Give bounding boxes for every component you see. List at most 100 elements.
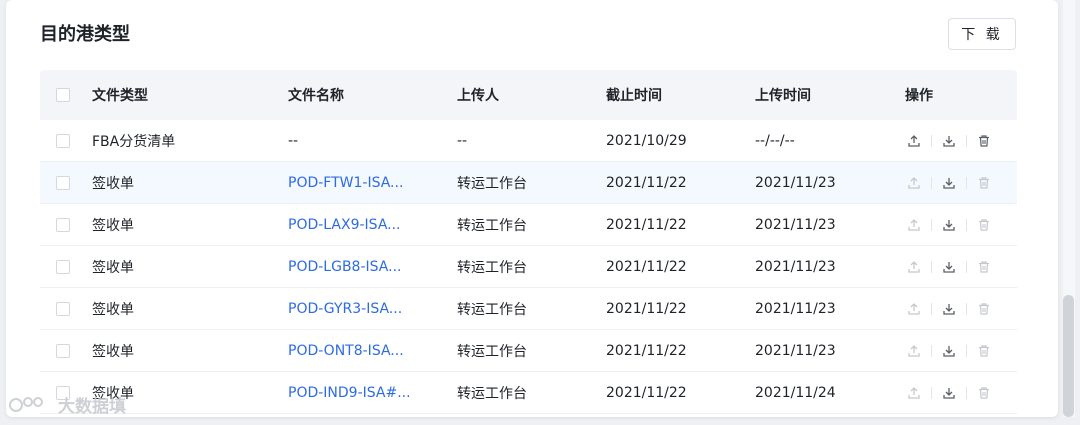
row-checkbox[interactable] [56,259,70,274]
row-checkbox[interactable] [56,343,70,358]
table-header-row: 文件类型 文件名称 上传人 截止时间 上传时间 操作 [40,70,1017,120]
download-button[interactable]: 下 载 [948,18,1016,50]
table-row: 签收单 POD-GYR3-ISA... 转运工作台 2021/11/22 2021/11… [40,288,1017,330]
header-file-type: 文件类型 [92,88,148,104]
upload-icon[interactable] [905,174,923,192]
table-row: 签收单 POD-FTW1-ISA... 转运工作台 2021/11/22 2021/11… [40,162,1017,204]
cell-uploader: 转运工作台 [457,301,527,318]
download-icon[interactable] [940,132,958,150]
row-actions [905,342,993,360]
delete-icon[interactable] [975,132,993,150]
delete-icon[interactable] [975,174,993,192]
cell-deadline: 2021/11/22 [606,216,687,233]
cell-file-type: 签收单 [92,175,134,192]
action-divider [966,386,967,399]
cell-upload-time: 2021/11/23 [755,216,836,233]
table-row: 签收单 POD-LAX9-ISA... 转运工作台 2021/11/22 2021/11… [40,204,1017,246]
download-icon[interactable] [940,300,958,318]
action-divider [931,134,932,147]
cell-upload-time: --/--/-- [755,132,795,149]
cell-file-type: 签收单 [92,259,134,276]
upload-icon[interactable] [905,384,923,402]
cell-deadline: 2021/10/29 [606,132,687,149]
cell-upload-time: 2021/11/24 [755,384,836,401]
row-actions [905,300,993,318]
cell-uploader: 转运工作台 [457,175,527,192]
upload-icon[interactable] [905,132,923,150]
delete-icon[interactable] [975,216,993,234]
action-divider [966,260,967,273]
row-actions [905,216,993,234]
file-panel: 目的港类型 下 载 文件类型 文件名称 上传人 截止时间 上传时间 操作 FBA… [6,0,1058,417]
cell-deadline: 2021/11/22 [606,300,687,317]
cell-deadline: 2021/11/22 [606,258,687,275]
row-actions [905,174,993,192]
cell-upload-time: 2021/11/23 [755,258,836,275]
row-checkbox[interactable] [56,301,70,316]
file-table: 文件类型 文件名称 上传人 截止时间 上传时间 操作 FBA分货清单 -- -- 20… [40,70,1017,414]
header-deadline: 截止时间 [606,88,662,104]
action-divider [966,302,967,315]
cell-deadline: 2021/11/22 [606,384,687,401]
cell-uploader: -- [457,132,468,149]
table-row: 签收单 POD-IND9-ISA#... 转运工作台 2021/11/22 2021/1… [40,372,1017,414]
select-all-checkbox[interactable] [56,88,70,102]
table-row: FBA分货清单 -- -- 2021/10/29 --/--/-- [40,120,1017,162]
header-file-name: 文件名称 [288,88,344,104]
cell-uploader: 转运工作台 [457,217,527,234]
delete-icon[interactable] [975,258,993,276]
watermark-text: 大数据填 [58,397,126,417]
scrollbar-thumb[interactable] [1063,295,1074,417]
row-actions [905,258,993,276]
download-icon[interactable] [940,174,958,192]
upload-icon[interactable] [905,342,923,360]
cell-file-name[interactable]: POD-ONT8-ISA... [288,330,404,371]
section-title: 目的港类型 [40,24,130,45]
action-divider [966,218,967,231]
delete-icon[interactable] [975,342,993,360]
watermark: 大数据填 [8,392,126,417]
cell-uploader: 转运工作台 [457,259,527,276]
action-divider [931,302,932,315]
row-checkbox[interactable] [56,175,70,190]
cell-file-name: -- [288,132,299,149]
delete-icon[interactable] [975,384,993,402]
action-divider [966,134,967,147]
cell-file-name[interactable]: POD-GYR3-ISA... [288,288,402,329]
action-divider [966,176,967,189]
cell-uploader: 转运工作台 [457,343,527,360]
row-checkbox[interactable] [56,133,70,148]
cell-file-type: FBA分货清单 [92,133,176,150]
cell-file-type: 签收单 [92,301,134,318]
header-uploader: 上传人 [457,88,499,104]
row-actions [905,384,993,402]
cell-file-name[interactable]: POD-FTW1-ISA... [288,162,403,203]
download-icon[interactable] [940,384,958,402]
action-divider [966,344,967,357]
table-row: 签收单 POD-ONT8-ISA... 转运工作台 2021/11/22 2021/11… [40,330,1017,372]
download-icon[interactable] [940,216,958,234]
cell-file-type: 签收单 [92,343,134,360]
action-divider [931,218,932,231]
upload-icon[interactable] [905,300,923,318]
watermark-logo-icon [9,396,43,412]
cell-uploader: 转运工作台 [457,385,527,402]
table-row: 签收单 POD-LGB8-ISA... 转运工作台 2021/11/22 2021/11… [40,246,1017,288]
row-actions [905,132,993,150]
header-actions: 操作 [905,88,933,104]
table-body: FBA分货清单 -- -- 2021/10/29 --/--/-- 签收单 POD-FTW1… [40,120,1017,414]
cell-deadline: 2021/11/22 [606,342,687,359]
cell-file-name[interactable]: POD-IND9-ISA#... [288,372,411,413]
row-checkbox[interactable] [56,217,70,232]
upload-icon[interactable] [905,216,923,234]
cell-file-type: 签收单 [92,217,134,234]
download-icon[interactable] [940,342,958,360]
delete-icon[interactable] [975,300,993,318]
upload-icon[interactable] [905,258,923,276]
action-divider [931,386,932,399]
cell-file-name[interactable]: POD-LAX9-ISA... [288,204,401,245]
action-divider [931,344,932,357]
action-divider [931,260,932,273]
cell-file-name[interactable]: POD-LGB8-ISA... [288,246,401,287]
download-icon[interactable] [940,258,958,276]
